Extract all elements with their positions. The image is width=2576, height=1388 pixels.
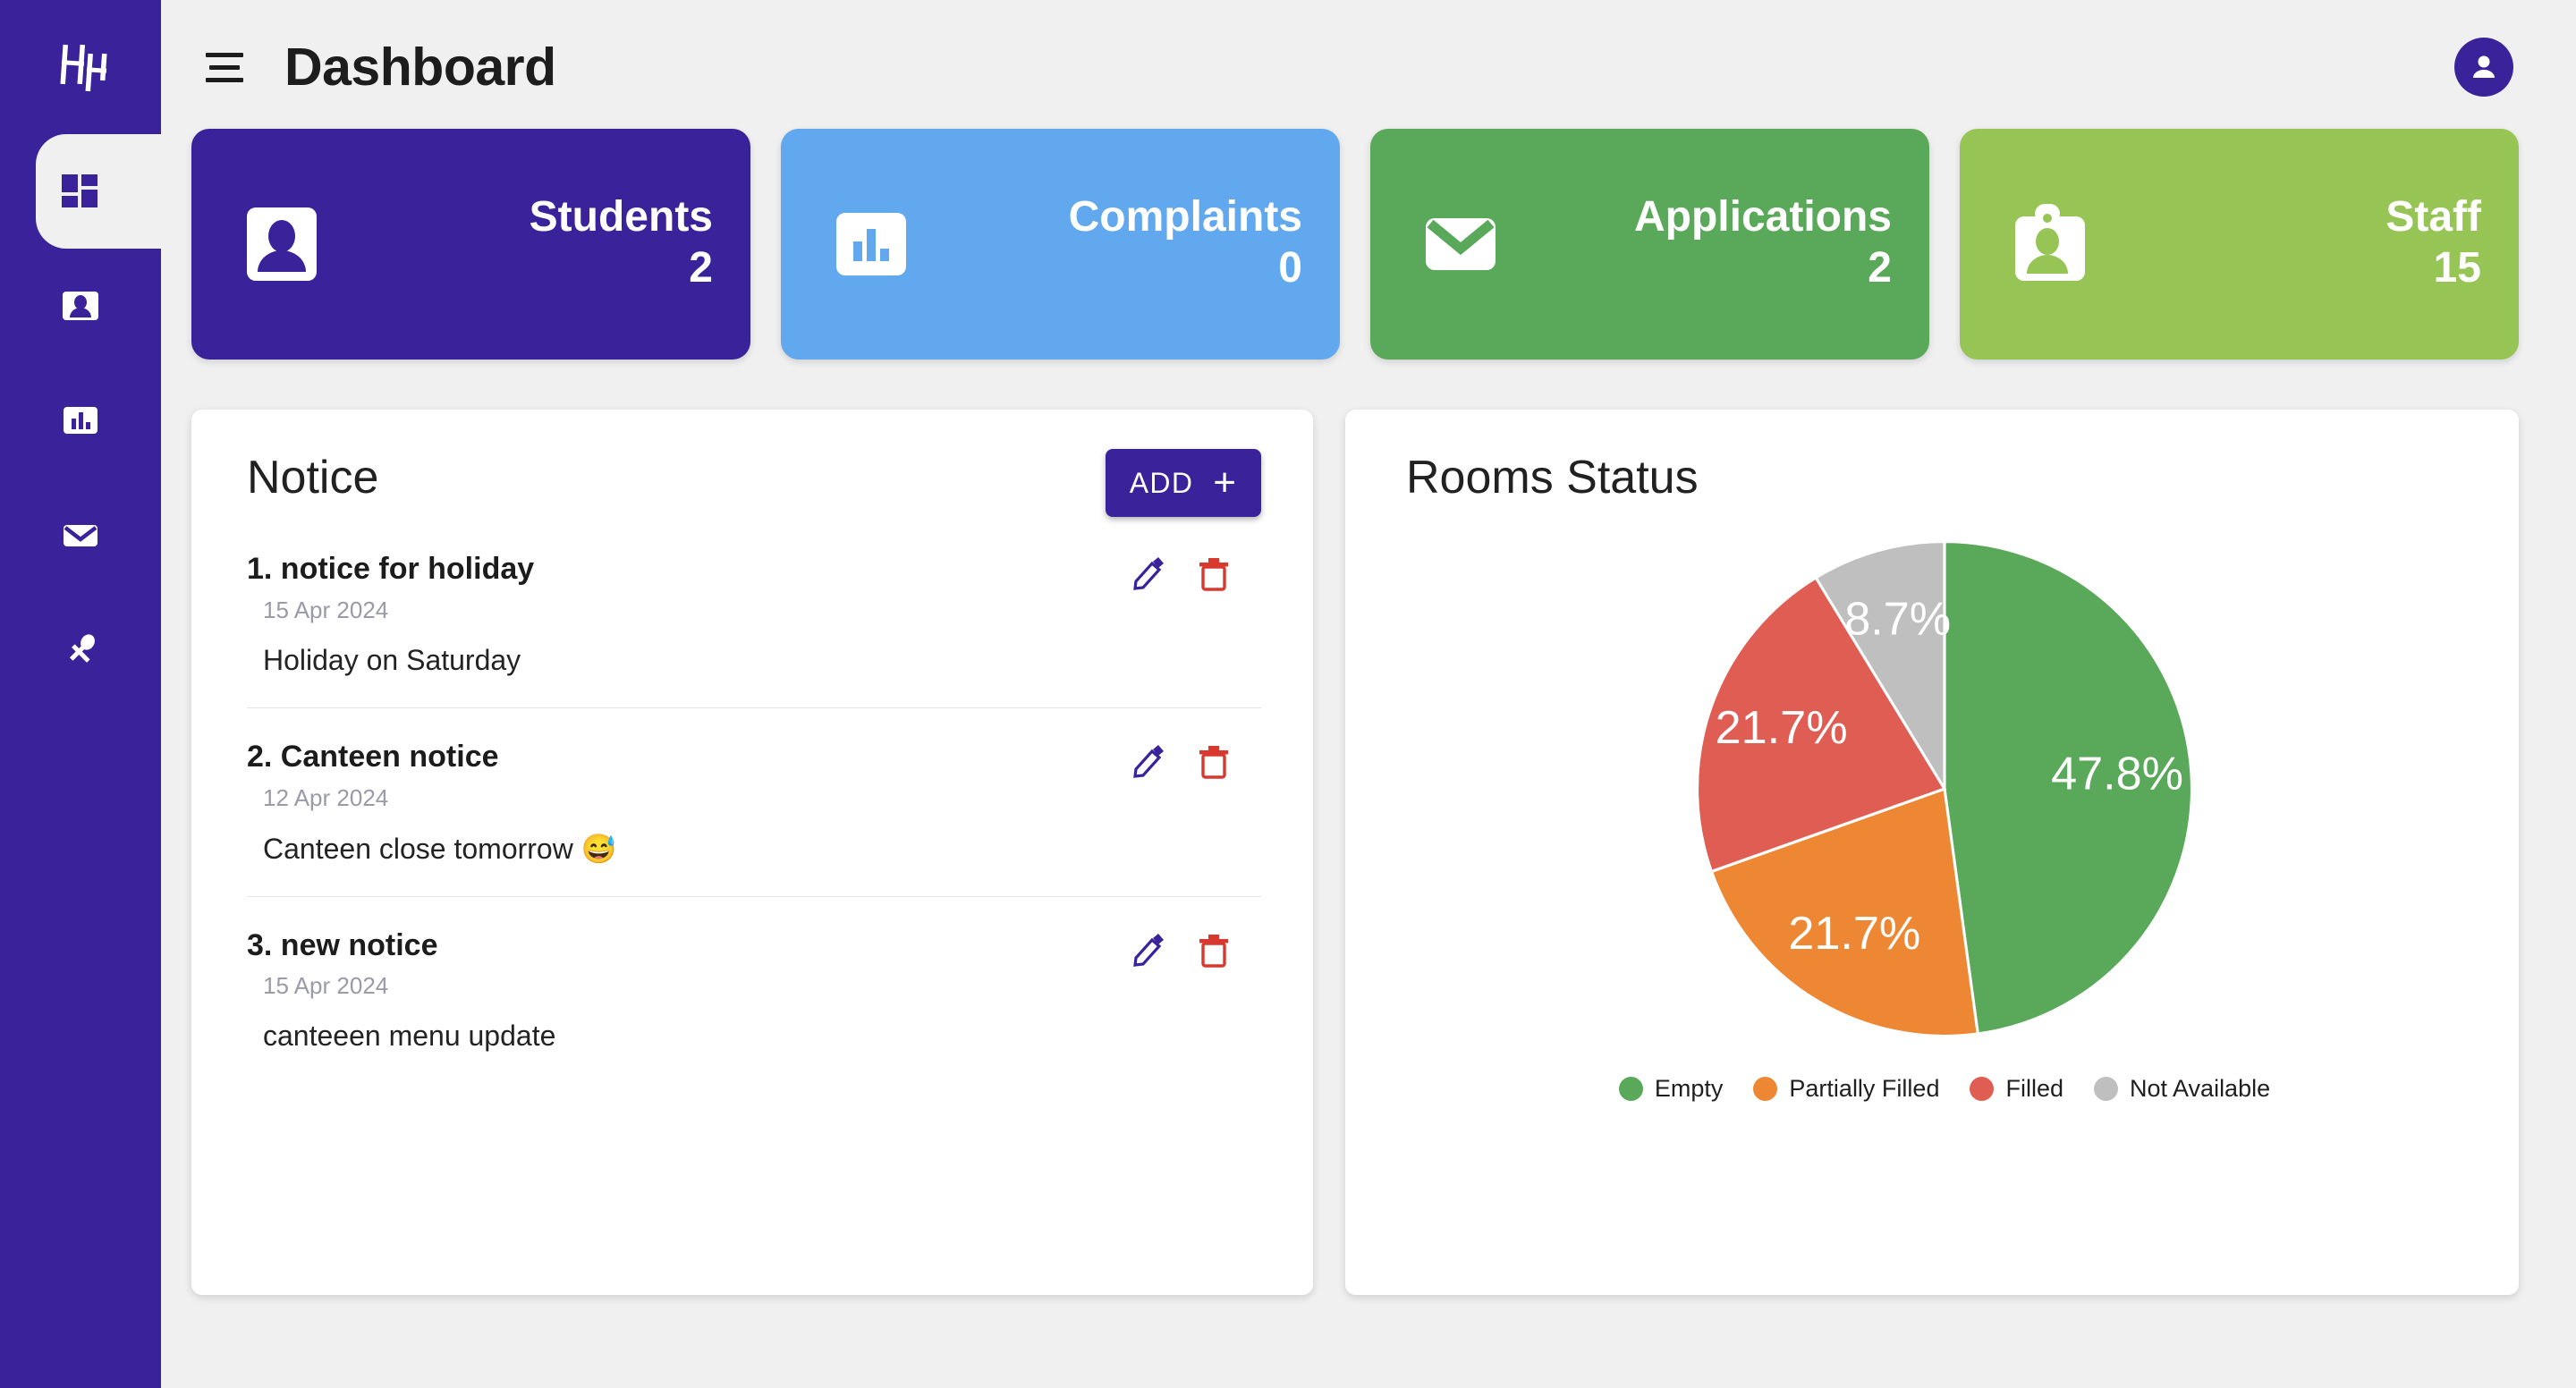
- dashboard-grid-icon: [60, 171, 101, 212]
- envelope-icon: [1413, 197, 1508, 292]
- legend-color-dot: [2094, 1077, 2118, 1101]
- cutlery-icon: [60, 629, 101, 670]
- notice-item: 2. Canteen notice 12 Apr 2024 Canteen clos…: [247, 739, 1261, 927]
- pie-slice-label: 8.7%: [1844, 593, 1951, 645]
- legend-item[interactable]: Not Available: [2094, 1075, 2270, 1103]
- notice-item-date: 12 Apr 2024: [247, 784, 1131, 812]
- user-avatar-icon: [2466, 49, 2502, 85]
- pie-slice-label: 47.8%: [2051, 749, 2183, 800]
- notice-item-date: 15 Apr 2024: [247, 972, 1131, 1000]
- stat-label: Staff: [2385, 193, 2481, 241]
- stat-value: 15: [2434, 241, 2481, 295]
- stat-value: 0: [1278, 241, 1302, 295]
- id-badge-icon: [2003, 197, 2097, 292]
- notice-item-title: 2. Canteen notice: [247, 739, 1131, 775]
- page-title: Dashboard: [284, 37, 556, 97]
- notice-title: Notice: [247, 449, 378, 501]
- sidebar-item-canteen[interactable]: [0, 592, 161, 707]
- envelope-icon: [60, 514, 101, 555]
- legend-item[interactable]: Filled: [1970, 1075, 2063, 1103]
- legend-item[interactable]: Empty: [1619, 1075, 1724, 1103]
- main-content: Dashboard Student: [161, 0, 2576, 1388]
- legend-label: Filled: [2005, 1075, 2063, 1103]
- add-button-label: ADD: [1130, 467, 1193, 500]
- user-card-icon: [234, 197, 329, 292]
- pie-slice-label: 21.7%: [1716, 702, 1848, 754]
- legend-item[interactable]: Partially Filled: [1753, 1075, 1939, 1103]
- legend-label: Empty: [1655, 1075, 1724, 1103]
- panels: Notice ADD + 1. notice for holiday 15 Apr…: [161, 410, 2576, 1295]
- stat-card-complaints[interactable]: Complaints 0: [781, 129, 1340, 360]
- trash-icon[interactable]: [1197, 742, 1231, 780]
- trash-icon[interactable]: [1197, 554, 1231, 592]
- legend-label: Not Available: [2130, 1075, 2270, 1103]
- stat-value: 2: [1868, 241, 1892, 295]
- user-card-icon: [60, 285, 101, 326]
- notice-item-description: Canteen close tomorrow 😅: [247, 832, 1131, 866]
- sidebar-item-dashboard[interactable]: [0, 134, 161, 249]
- sidebar: [0, 0, 161, 1388]
- hh-monogram-icon: [51, 38, 110, 97]
- sidebar-nav: [0, 134, 161, 707]
- sidebar-item-complaints[interactable]: [0, 363, 161, 478]
- pie-slice-label: 21.7%: [1788, 908, 1920, 960]
- pie-svg[interactable]: 47.8% 21.7% 21.7% 8.7%: [1685, 529, 2204, 1048]
- notice-item: 3. new notice 15 Apr 2024 canteeen menu up…: [247, 927, 1261, 1054]
- hamburger-icon[interactable]: [206, 49, 247, 85]
- rooms-header: Rooms Status: [1406, 449, 2483, 526]
- stat-card-students[interactable]: Students 2: [191, 129, 750, 360]
- stat-card-staff[interactable]: Staff 15: [1960, 129, 2519, 360]
- pencil-icon[interactable]: [1131, 931, 1165, 969]
- legend-label: Partially Filled: [1789, 1075, 1939, 1103]
- stat-cards: Students 2 Complaints 0: [161, 129, 2576, 360]
- stat-value: 2: [689, 241, 713, 295]
- avatar[interactable]: [2454, 38, 2513, 97]
- plus-icon: +: [1213, 470, 1237, 497]
- notice-item-date: 15 Apr 2024: [247, 597, 1131, 624]
- topbar: Dashboard: [161, 0, 2576, 134]
- stat-card-applications[interactable]: Applications 2: [1370, 129, 1929, 360]
- notice-item-description: canteeen menu update: [247, 1020, 1131, 1053]
- legend-color-dot: [1619, 1077, 1643, 1101]
- notice-header: Notice ADD +: [247, 449, 1261, 526]
- pie-legend: Empty Partially Filled Filled Not Available: [1619, 1075, 2270, 1103]
- trash-icon[interactable]: [1197, 931, 1231, 969]
- notice-item: 1. notice for holiday 15 Apr 2024 Holiday …: [247, 551, 1261, 739]
- notice-item-description: Holiday on Saturday: [247, 644, 1131, 677]
- stat-label: Students: [530, 193, 713, 241]
- add-notice-button[interactable]: ADD +: [1106, 449, 1261, 517]
- sidebar-item-applications[interactable]: [0, 478, 161, 592]
- pencil-icon[interactable]: [1131, 554, 1165, 592]
- rooms-pie-chart: 47.8% 21.7% 21.7% 8.7% Empty Partially Fille…: [1406, 529, 2483, 1103]
- pencil-icon[interactable]: [1131, 742, 1165, 780]
- notice-item-title: 1. notice for holiday: [247, 551, 1131, 588]
- rooms-panel: Rooms Status 47.8% 21.7% 21.7% 8.7% Empty Pa…: [1345, 410, 2519, 1295]
- legend-color-dot: [1970, 1077, 1994, 1101]
- notice-list: 1. notice for holiday 15 Apr 2024 Holiday …: [247, 551, 1261, 1053]
- rooms-title: Rooms Status: [1406, 449, 1699, 501]
- notice-item-title: 3. new notice: [247, 927, 1131, 964]
- bar-chart-icon: [60, 400, 101, 441]
- notice-panel: Notice ADD + 1. notice for holiday 15 Apr…: [191, 410, 1313, 1295]
- bar-chart-icon: [824, 197, 919, 292]
- stat-label: Applications: [1634, 193, 1892, 241]
- stat-label: Complaints: [1069, 193, 1302, 241]
- legend-color-dot: [1753, 1077, 1777, 1101]
